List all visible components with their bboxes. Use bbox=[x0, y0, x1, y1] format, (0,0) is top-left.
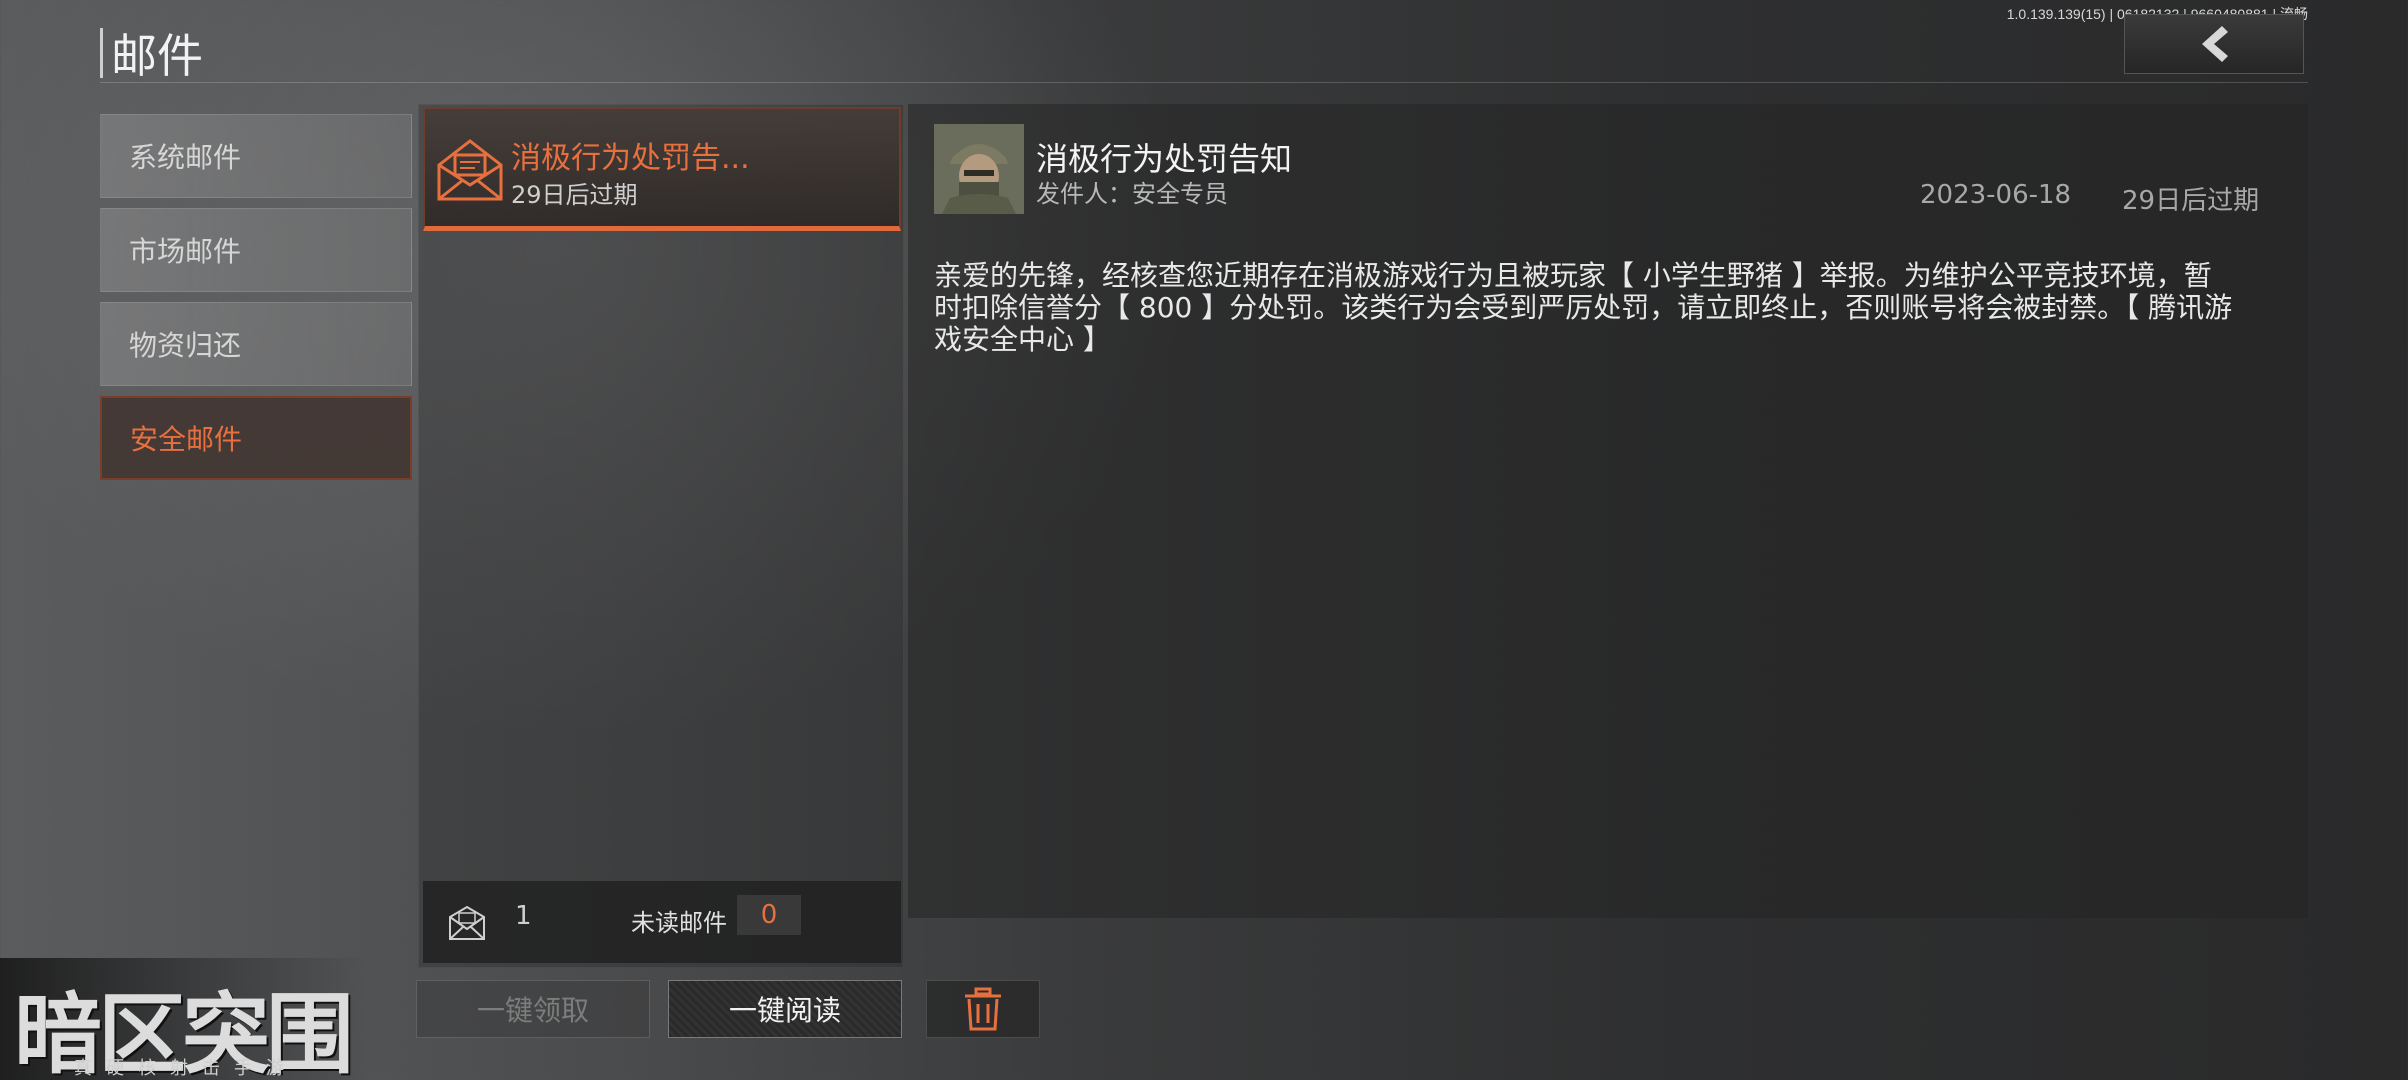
mail-list-footer: 1 未读邮件 0 bbox=[423, 881, 901, 963]
mail-list-panel: 消极行为处罚告... 29日后过期 1 未读邮件 0 bbox=[418, 104, 904, 968]
back-button[interactable] bbox=[2124, 14, 2304, 74]
mail-item-expire: 29日后过期 bbox=[511, 181, 638, 209]
envelope-icon bbox=[449, 905, 485, 940]
mail-list-item[interactable]: 消极行为处罚告... 29日后过期 bbox=[423, 107, 901, 231]
mail-detail-panel: 消极行为处罚告知 发件人：安全专员 2023-06-18 29日后过期 亲爱的先… bbox=[908, 104, 2308, 918]
soldier-portrait-icon bbox=[934, 124, 1024, 214]
read-all-button[interactable]: 一键阅读 bbox=[668, 980, 902, 1038]
header-divider bbox=[100, 82, 2308, 83]
mail-category-list: 系统邮件 市场邮件 物资归还 安全邮件 bbox=[100, 114, 412, 490]
mail-item-subject: 消极行为处罚告... bbox=[511, 141, 750, 176]
category-system-mail[interactable]: 系统邮件 bbox=[100, 114, 412, 198]
claim-all-button[interactable]: 一键领取 bbox=[416, 980, 650, 1038]
page-title-bar: 邮件 bbox=[100, 20, 203, 86]
delete-button[interactable] bbox=[926, 980, 1040, 1038]
unread-mail-label: 未读邮件 bbox=[631, 909, 727, 937]
mail-count: 1 bbox=[515, 901, 532, 931]
category-supply-return[interactable]: 物资归还 bbox=[100, 302, 412, 386]
trash-icon bbox=[965, 987, 1001, 1031]
sender-avatar bbox=[934, 124, 1024, 214]
title-accent-bar bbox=[100, 28, 103, 78]
game-logo: 暗区突围 真硬核射击手游 bbox=[0, 958, 370, 1080]
detail-date: 2023-06-18 bbox=[1920, 180, 2072, 210]
category-market-mail[interactable]: 市场邮件 bbox=[100, 208, 412, 292]
envelope-open-icon bbox=[437, 139, 503, 201]
detail-sender: 发件人：安全专员 bbox=[1036, 180, 1228, 208]
chevron-left-icon bbox=[2202, 26, 2228, 62]
detail-expire: 29日后过期 bbox=[2122, 186, 2260, 216]
logo-subtitle: 真硬核射击手游 bbox=[74, 1058, 298, 1079]
mail-body-text: 亲爱的先锋，经核查您近期存在消极游戏行为且被玩家【 小学生野猪 】举报。为维护公… bbox=[934, 259, 2233, 356]
page-title: 邮件 bbox=[111, 29, 203, 83]
category-security-mail[interactable]: 安全邮件 bbox=[100, 396, 412, 480]
unread-mail-count: 0 bbox=[737, 895, 801, 935]
